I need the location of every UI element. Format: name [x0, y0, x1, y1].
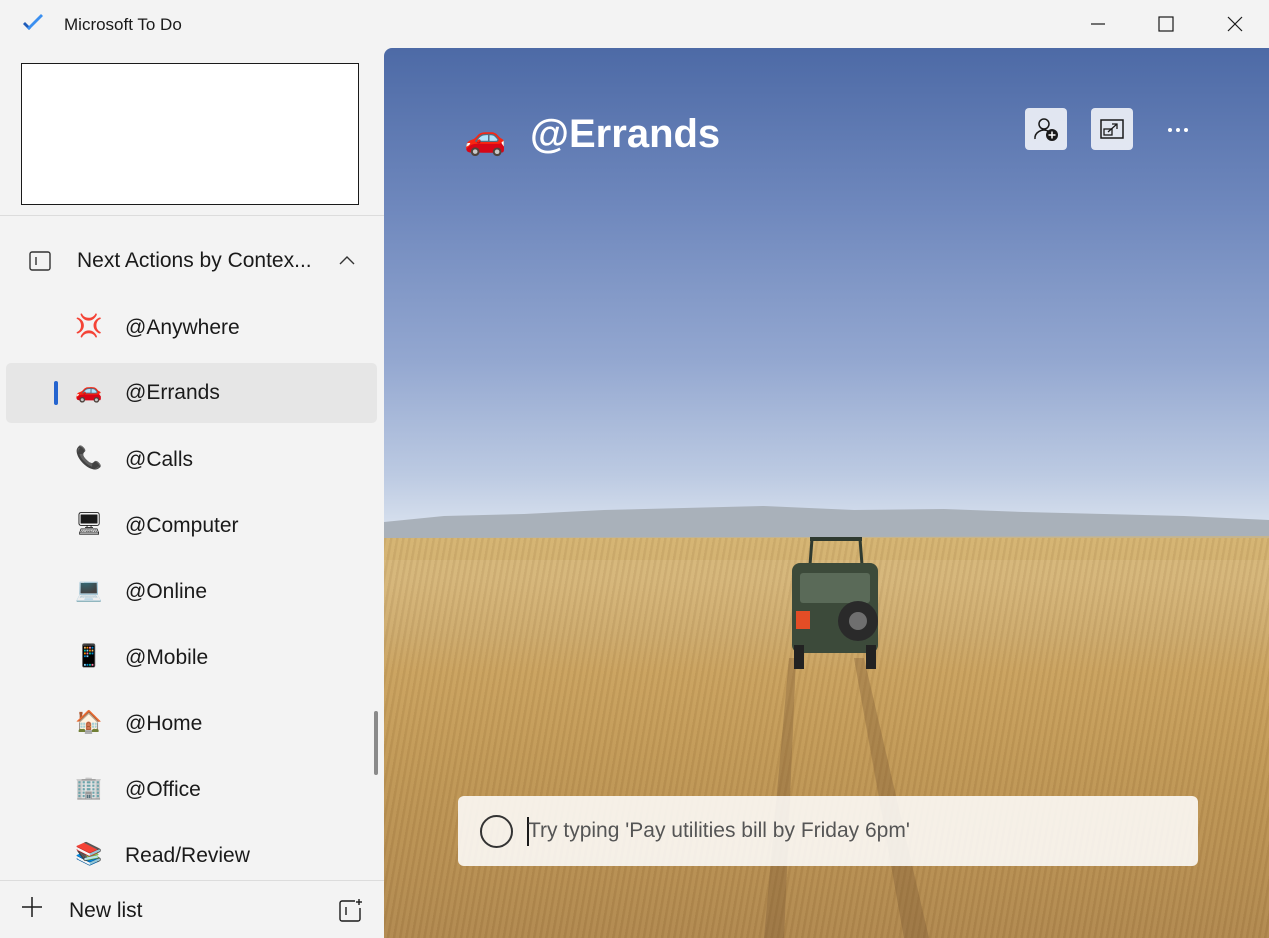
background-tracks: [764, 658, 929, 938]
title-bar: Microsoft To Do: [0, 0, 1269, 48]
new-list-button[interactable]: New list: [0, 881, 384, 938]
add-task-bar[interactable]: [458, 796, 1198, 866]
list-view: 🚗 @Errands: [384, 48, 1269, 938]
sidebar-item-label: @Home: [125, 712, 203, 735]
maximize-icon: [1158, 16, 1174, 32]
sidebar-divider: [0, 215, 384, 216]
group-icon: [29, 251, 51, 271]
add-task-input[interactable]: [528, 810, 1168, 852]
sidebar: Next Actions by Contex... 💢 @Anywhere 🚗 …: [0, 48, 384, 938]
car-icon: 🚗: [75, 379, 103, 404]
mobile-phone-icon: 📱: [75, 644, 103, 669]
share-list-button[interactable]: [1025, 108, 1067, 150]
list-title[interactable]: @Errands: [530, 112, 720, 157]
background-jeep: [792, 537, 878, 669]
sidebar-item-anywhere[interactable]: 💢 @Anywhere: [6, 298, 377, 358]
change-background-icon: [1100, 119, 1124, 139]
more-options-icon: [1168, 128, 1188, 132]
sidebar-item-label: @Anywhere: [125, 316, 240, 339]
sidebar-item-calls[interactable]: 📞 @Calls: [6, 430, 377, 490]
office-building-icon: 🏢: [75, 776, 103, 801]
maximize-button[interactable]: [1133, 0, 1199, 48]
sidebar-item-home[interactable]: 🏠 @Home: [6, 694, 377, 754]
sidebar-item-label: @Mobile: [125, 646, 209, 669]
phone-icon: 📞: [75, 446, 103, 471]
sidebar-item-computer[interactable]: 🖥 @Computer: [6, 496, 377, 556]
sidebar-item-label: @Errands: [125, 381, 220, 404]
sidebar-item-label: @Calls: [125, 448, 193, 471]
laptop-icon: 💻: [75, 578, 103, 603]
account-profile-panel[interactable]: [21, 63, 359, 205]
new-list-label: New list: [69, 899, 143, 922]
close-button[interactable]: [1202, 0, 1268, 48]
sidebar-item-label: Read/Review: [125, 844, 250, 867]
close-icon: [1227, 16, 1243, 32]
sidebar-item-label: @Computer: [125, 514, 239, 537]
books-icon: 📚: [75, 842, 103, 867]
sidebar-item-mobile[interactable]: 📱 @Mobile: [6, 628, 377, 688]
app-title: Microsoft To Do: [64, 15, 182, 34]
selection-indicator: [54, 381, 58, 405]
sidebar-item-label: @Office: [125, 778, 201, 801]
sidebar-item-read-review[interactable]: 📚 Read/Review: [6, 826, 377, 886]
minimize-button[interactable]: [1065, 0, 1131, 48]
sidebar-item-office[interactable]: 🏢 @Office: [6, 760, 377, 820]
list-car-icon[interactable]: 🚗: [464, 118, 510, 158]
list-group-next-actions[interactable]: Next Actions by Contex...: [0, 231, 384, 291]
minimize-icon: [1091, 23, 1105, 25]
change-background-button[interactable]: [1091, 108, 1133, 150]
sidebar-item-errands[interactable]: 🚗 @Errands: [6, 363, 377, 423]
chevron-up-icon[interactable]: [338, 252, 356, 270]
group-label: Next Actions by Contex...: [77, 249, 312, 272]
more-options-button[interactable]: [1160, 116, 1196, 144]
todo-check-icon: [23, 14, 43, 30]
sidebar-item-online[interactable]: 💻 @Online: [6, 562, 377, 622]
share-person-icon: [1034, 118, 1058, 141]
sidebar-item-label: @Online: [125, 580, 208, 603]
new-group-icon[interactable]: [337, 897, 365, 925]
add-task-circle-icon: [480, 815, 513, 848]
desktop-computer-icon: 🖥: [75, 512, 103, 537]
plus-icon: [22, 897, 42, 917]
house-icon: 🏠: [75, 710, 103, 735]
sidebar-scrollbar[interactable]: [374, 711, 378, 775]
anger-symbol-icon: 💢: [75, 314, 103, 339]
